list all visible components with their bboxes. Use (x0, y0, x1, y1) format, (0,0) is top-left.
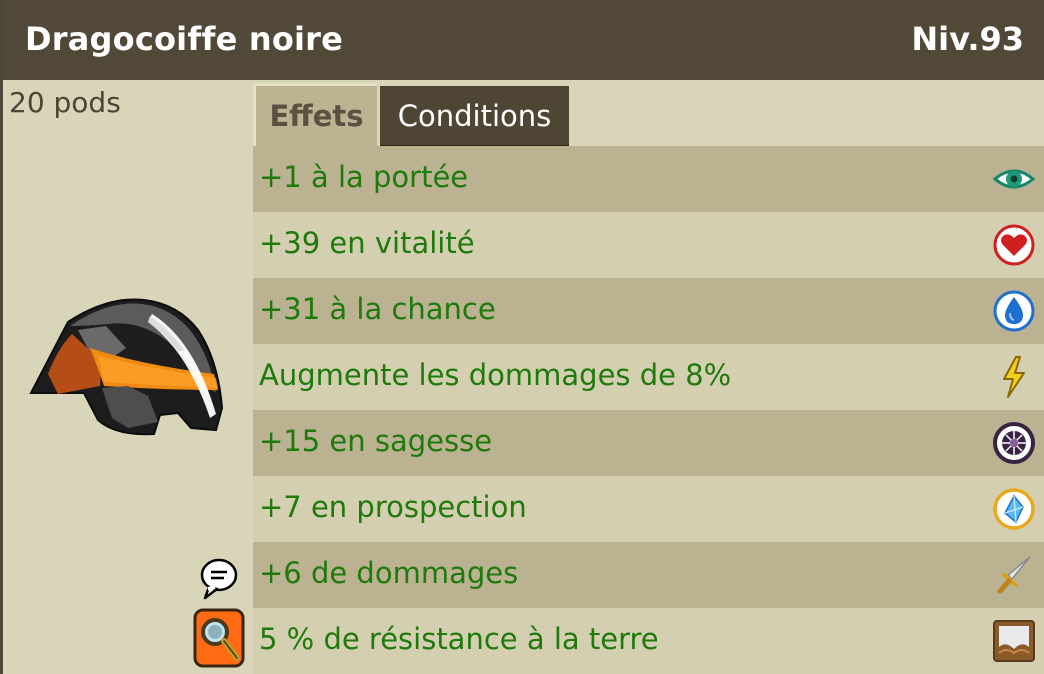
item-tooltip: Dragocoiffe noire Niv.93 20 pods Effets … (0, 0, 1044, 674)
tab-effets[interactable]: Effets (253, 83, 377, 146)
effect-text: +7 en prospection (259, 490, 527, 524)
effect-row-earth-resistance: 5 % de résistance à la terre (253, 608, 1044, 674)
chance-water-drop-icon (993, 290, 1035, 332)
effect-text: +6 de dommages (259, 556, 519, 590)
tab-conditions[interactable]: Conditions (380, 86, 569, 147)
effect-text: +31 à la chance (259, 292, 496, 326)
damage-sword-icon (997, 556, 1031, 594)
effect-text: +1 à la portée (259, 160, 469, 194)
effect-text: +15 en sagesse (259, 424, 493, 458)
effect-row-vitality: +39 en vitalité (253, 212, 1044, 278)
damage-lightning-icon (1003, 356, 1025, 398)
wisdom-icon (993, 422, 1035, 464)
effect-row-damage: +6 de dommages (253, 542, 1044, 608)
tab-bar: Effets Conditions (253, 83, 1044, 147)
earth-resistance-icon (993, 620, 1035, 662)
prospecting-crystal-icon (993, 488, 1035, 530)
item-weight: 20 pods (9, 86, 121, 119)
effect-row-wisdom: +15 en sagesse (253, 410, 1044, 476)
effect-text: 5 % de résistance à la terre (259, 622, 659, 656)
effect-text: Augmente les dommages de 8% (259, 358, 732, 392)
chat-bubble-icon[interactable] (199, 557, 239, 601)
item-header: Dragocoiffe noire Niv.93 (3, 0, 1044, 80)
range-eye-icon (992, 169, 1036, 189)
inspect-magnifier-icon[interactable] (193, 608, 245, 668)
effect-row-damage-percent: Augmente les dommages de 8% (253, 344, 1044, 410)
effect-row-prospecting: +7 en prospection (253, 476, 1044, 542)
vitality-heart-icon (993, 224, 1035, 266)
left-border (0, 0, 3, 674)
effect-text: +39 en vitalité (259, 226, 475, 260)
effect-row-range: +1 à la portée (253, 146, 1044, 212)
effect-row-chance: +31 à la chance (253, 278, 1044, 344)
item-image-helmet-icon (29, 298, 224, 436)
item-level: Niv.93 (911, 20, 1024, 58)
item-name: Dragocoiffe noire (25, 20, 344, 58)
effects-list: +1 à la portée +39 en vitalité +31 à la … (253, 146, 1044, 674)
